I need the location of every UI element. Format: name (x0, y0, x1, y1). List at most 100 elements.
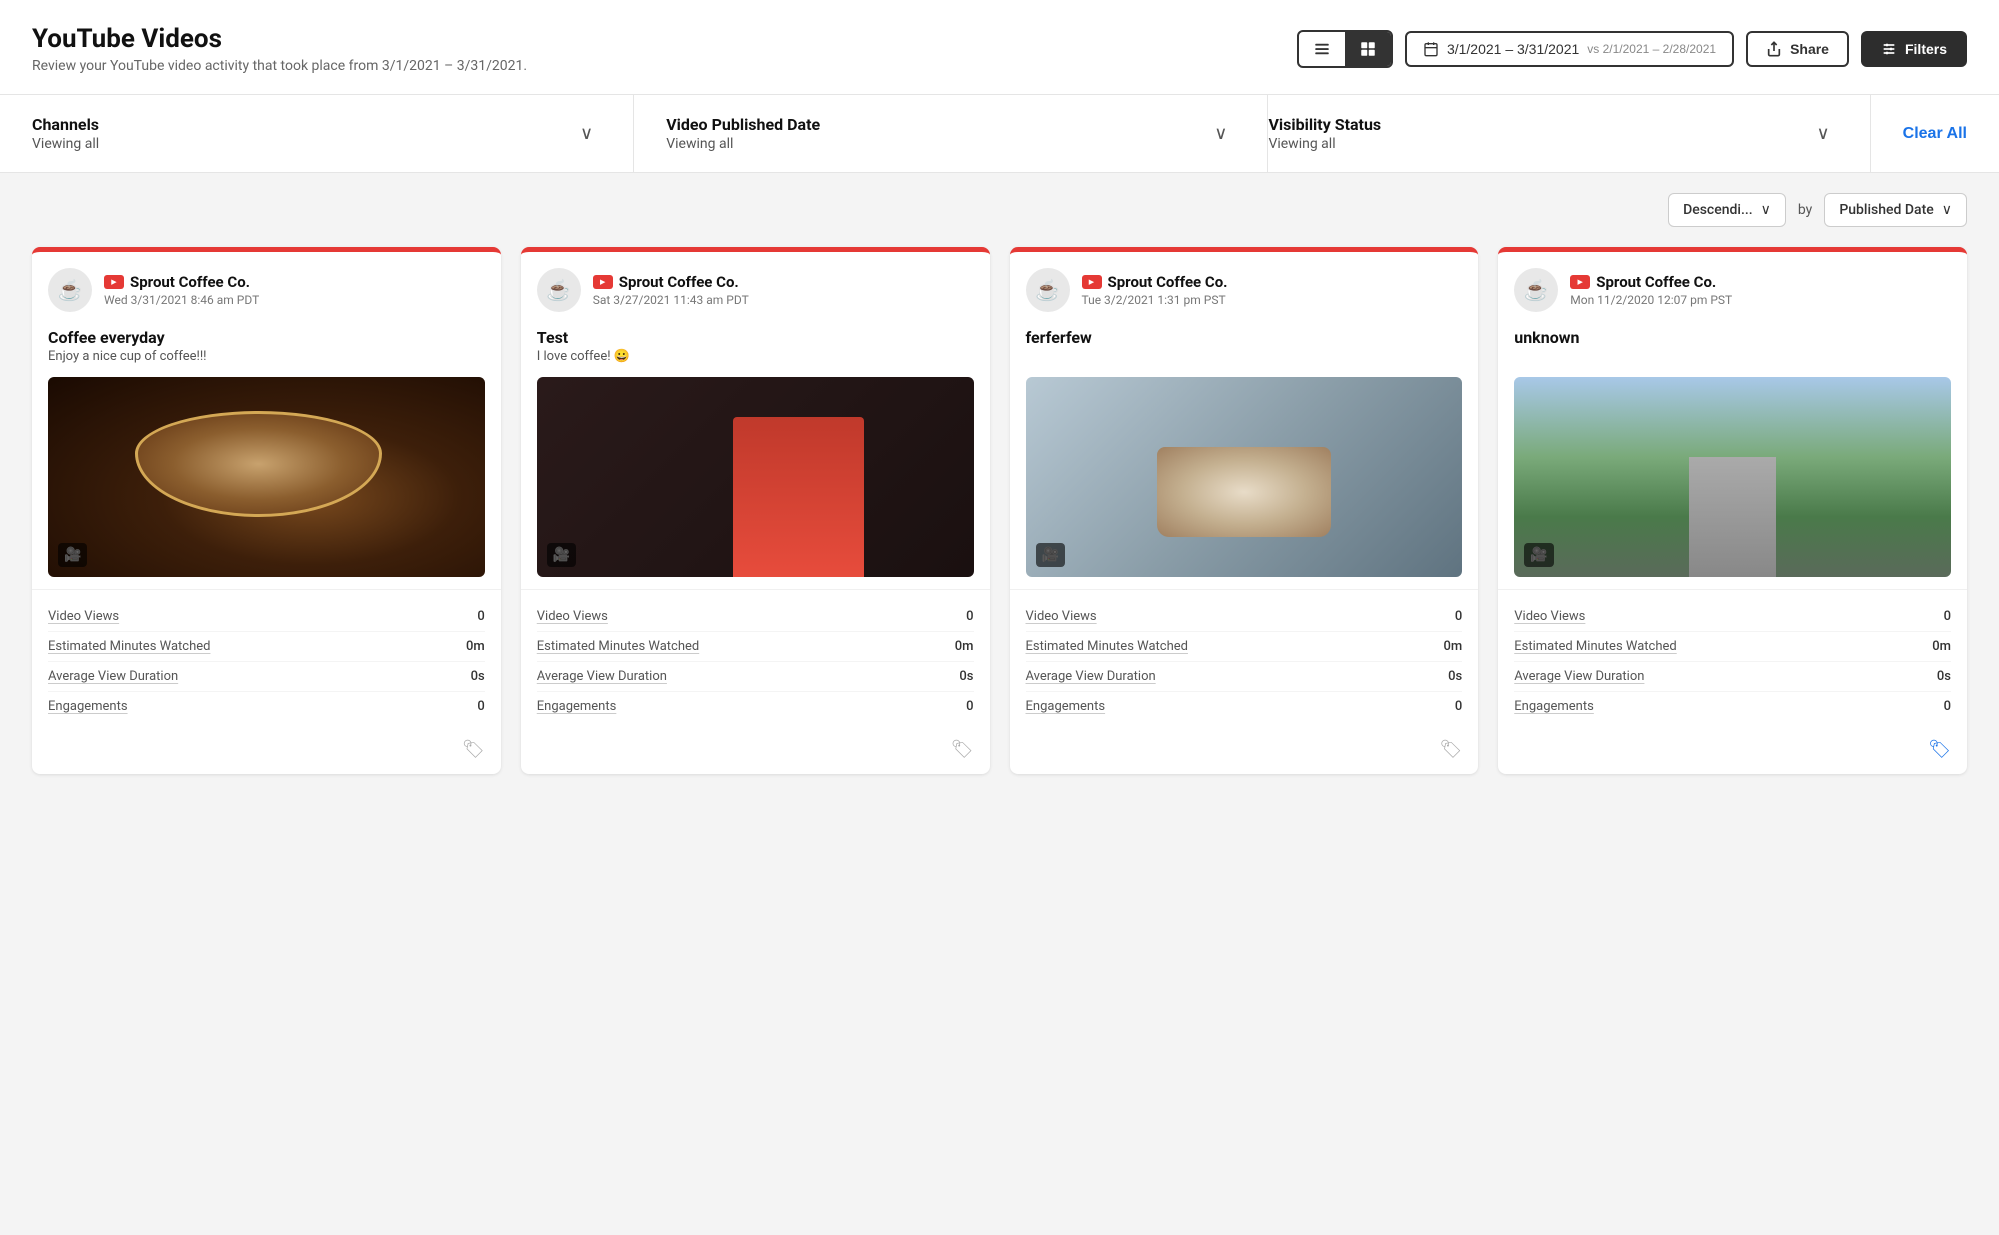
minutes-value-2: 0m (955, 639, 974, 654)
tag-icon-2[interactable]: 🏷 (951, 739, 974, 760)
page-subtitle: Review your YouTube video activity that … (32, 58, 527, 74)
engagements-label-3: Engagements (1026, 699, 1106, 714)
duration-label-4: Average View Duration (1514, 669, 1644, 684)
channel-date-2: Sat 3/27/2021 11:43 am PDT (593, 293, 749, 307)
duration-label-2: Average View Duration (537, 669, 667, 684)
vs-range-text: vs 2/1/2021 – 2/28/2021 (1587, 42, 1716, 56)
video-cam-icon-2: 🎥 (547, 543, 576, 567)
sort-order-select[interactable]: Descendi... ∨ (1668, 193, 1786, 227)
engagements-label-4: Engagements (1514, 699, 1594, 714)
video-desc-1: Enjoy a nice cup of coffee!!! (48, 349, 485, 367)
stats-section-4: Video Views 0 Estimated Minutes Watched … (1498, 589, 1967, 729)
tag-icon-3[interactable]: 🏷 (1439, 739, 1462, 760)
views-label-3: Video Views (1026, 609, 1097, 624)
sort-bar: Descendi... ∨ by Published Date ∨ (0, 173, 1999, 247)
stat-row-minutes-1: Estimated Minutes Watched 0m (48, 632, 485, 662)
views-value-1: 0 (477, 609, 484, 624)
grid-view-button[interactable] (1345, 32, 1391, 66)
tag-icon-4[interactable]: 🏷 (1928, 739, 1951, 760)
duration-value-2: 0s (959, 669, 973, 684)
video-desc-3 (1026, 349, 1463, 367)
channel-date-4: Mon 11/2/2020 12:07 pm PST (1570, 293, 1732, 307)
channels-filter[interactable]: Channels Viewing all ∨ (32, 95, 634, 172)
sort-by-value: Published Date (1839, 202, 1933, 218)
minutes-value-1: 0m (466, 639, 485, 654)
channel-avatar-3: ☕ (1026, 268, 1070, 312)
filters-button[interactable]: Filters (1861, 31, 1967, 67)
video-card-2: ☕ Sprout Coffee Co. Sat 3/27/2021 11:43 … (521, 247, 990, 774)
published-date-filter-value: Viewing all (666, 136, 820, 152)
minutes-label-1: Estimated Minutes Watched (48, 639, 210, 654)
youtube-icon-1 (104, 275, 124, 289)
share-label: Share (1790, 41, 1829, 57)
stat-row-engagements-1: Engagements 0 (48, 692, 485, 721)
channel-date-1: Wed 3/31/2021 8:46 am PDT (104, 293, 259, 307)
duration-label-3: Average View Duration (1026, 669, 1156, 684)
stat-row-views-1: Video Views 0 (48, 602, 485, 632)
published-date-chevron-icon: ∨ (1214, 123, 1227, 144)
list-view-button[interactable] (1299, 32, 1345, 66)
views-value-4: 0 (1944, 609, 1951, 624)
stat-row-duration-3: Average View Duration 0s (1026, 662, 1463, 692)
channel-name-2: Sprout Coffee Co. (619, 273, 739, 291)
date-range-button[interactable]: 3/1/2021 – 3/31/2021 vs 2/1/2021 – 2/28/… (1405, 31, 1734, 67)
filters-icon (1881, 41, 1897, 57)
channels-filter-value: Viewing all (32, 136, 99, 152)
header-left: YouTube Videos Review your YouTube video… (32, 24, 527, 74)
stat-row-minutes-3: Estimated Minutes Watched 0m (1026, 632, 1463, 662)
visibility-filter-value: Viewing all (1268, 136, 1381, 152)
video-cam-icon-4: 🎥 (1524, 543, 1553, 567)
duration-label-1: Average View Duration (48, 669, 178, 684)
tag-icon-1[interactable]: 🏷 (462, 739, 485, 760)
channel-date-3: Tue 3/2/2021 1:31 pm PST (1082, 293, 1228, 307)
channel-avatar-1: ☕ (48, 268, 92, 312)
visibility-filter-label: Visibility Status (1268, 115, 1381, 134)
page-header: YouTube Videos Review your YouTube video… (0, 0, 1999, 95)
video-cam-icon-3: 🎥 (1036, 543, 1065, 567)
youtube-icon-3 (1082, 275, 1102, 289)
video-thumbnail-2[interactable]: 🎥 (537, 377, 974, 577)
video-thumbnail-3[interactable]: 🎥 (1026, 377, 1463, 577)
minutes-label-4: Estimated Minutes Watched (1514, 639, 1676, 654)
share-button[interactable]: Share (1746, 31, 1849, 67)
views-value-3: 0 (1455, 609, 1462, 624)
duration-value-3: 0s (1448, 669, 1462, 684)
grid-icon (1359, 40, 1377, 58)
channel-name-3: Sprout Coffee Co. (1108, 273, 1228, 291)
duration-value-4: 0s (1937, 669, 1951, 684)
stat-row-duration-2: Average View Duration 0s (537, 662, 974, 692)
sort-order-value: Descendi... (1683, 202, 1753, 218)
stats-section-2: Video Views 0 Estimated Minutes Watched … (521, 589, 990, 729)
stats-section-1: Video Views 0 Estimated Minutes Watched … (32, 589, 501, 729)
card-footer-2: 🏷 (521, 729, 990, 774)
filters-bar: Channels Viewing all ∨ Video Published D… (0, 95, 1999, 173)
visibility-chevron-icon: ∨ (1816, 123, 1829, 144)
video-desc-4 (1514, 349, 1951, 367)
video-thumbnail-4[interactable]: 🎥 (1514, 377, 1951, 577)
card-footer-3: 🏷 (1010, 729, 1479, 774)
engagements-value-1: 0 (477, 699, 484, 714)
youtube-icon-4 (1570, 275, 1590, 289)
engagements-value-3: 0 (1455, 699, 1462, 714)
visibility-filter[interactable]: Visibility Status Viewing all ∨ (1268, 95, 1870, 172)
channel-avatar-4: ☕ (1514, 268, 1558, 312)
stat-row-views-3: Video Views 0 (1026, 602, 1463, 632)
published-date-filter-label: Video Published Date (666, 115, 820, 134)
channel-name-4: Sprout Coffee Co. (1596, 273, 1716, 291)
filters-label: Filters (1905, 41, 1947, 57)
channel-name-1: Sprout Coffee Co. (130, 273, 250, 291)
youtube-icon-2 (593, 275, 613, 289)
engagements-label-2: Engagements (537, 699, 617, 714)
stat-row-minutes-2: Estimated Minutes Watched 0m (537, 632, 974, 662)
channels-chevron-icon: ∨ (580, 123, 593, 144)
clear-all-button[interactable]: Clear All (1871, 125, 1967, 143)
stats-section-3: Video Views 0 Estimated Minutes Watched … (1010, 589, 1479, 729)
stat-row-engagements-2: Engagements 0 (537, 692, 974, 721)
published-date-filter[interactable]: Video Published Date Viewing all ∨ (634, 95, 1268, 172)
stat-row-duration-4: Average View Duration 0s (1514, 662, 1951, 692)
sort-by-select[interactable]: Published Date ∨ (1824, 193, 1967, 227)
date-range-text: 3/1/2021 – 3/31/2021 (1447, 41, 1579, 57)
video-title-4: unknown (1514, 328, 1951, 347)
video-thumbnail-1[interactable]: 🎥 (48, 377, 485, 577)
header-right: 3/1/2021 – 3/31/2021 vs 2/1/2021 – 2/28/… (1297, 30, 1967, 68)
